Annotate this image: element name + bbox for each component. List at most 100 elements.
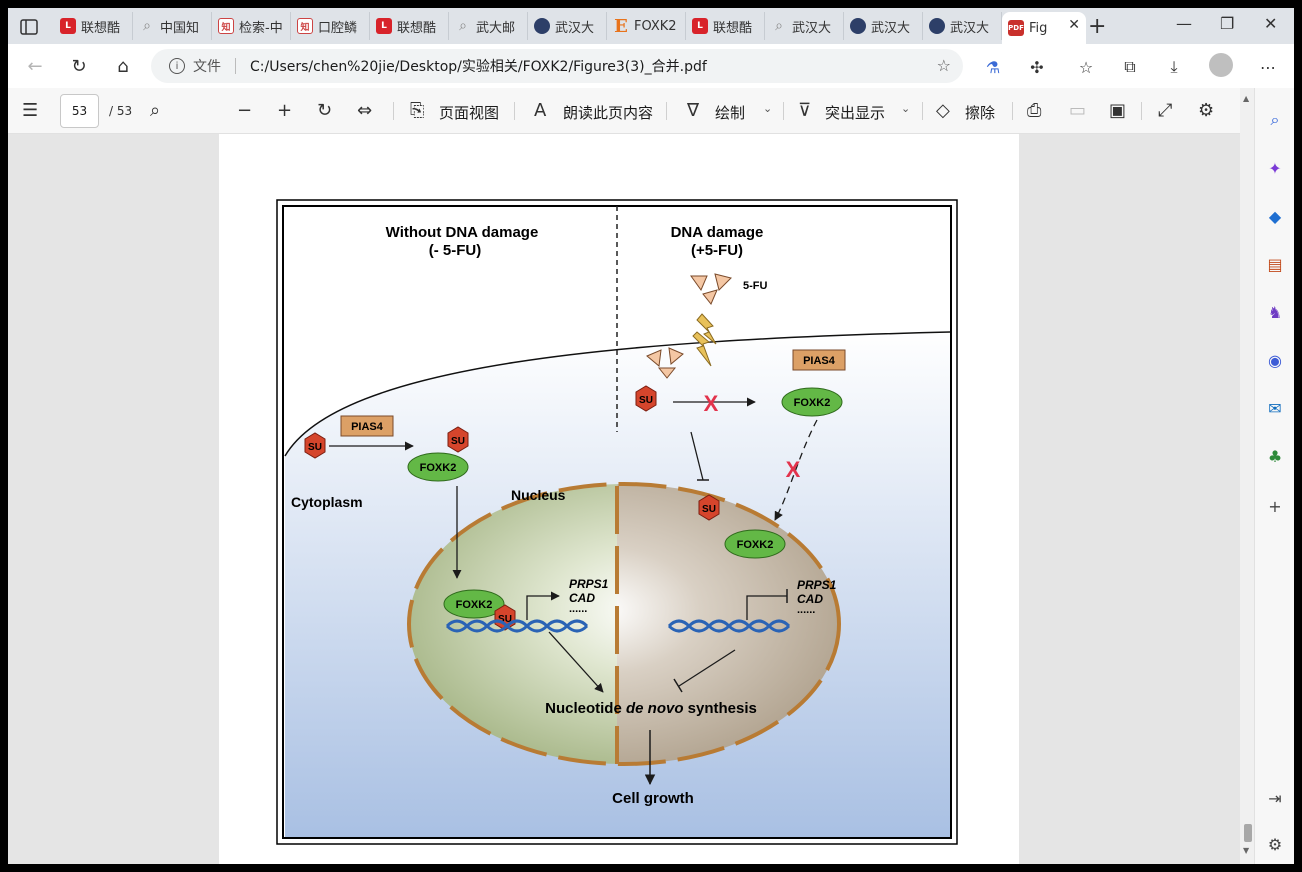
home-button[interactable]: ⌂: [111, 54, 135, 78]
tab-whu-2[interactable]: 武汉大: [844, 12, 923, 40]
eraser-icon[interactable]: ◇: [936, 100, 950, 121]
elsevier-icon: E: [614, 15, 628, 37]
left-title: Without DNA damage: [386, 224, 539, 241]
tab-pdf-active[interactable]: PDF Fig ✕: [1002, 12, 1086, 44]
save-as-icon[interactable]: ▣: [1109, 100, 1126, 121]
erase-button[interactable]: 擦除: [965, 102, 995, 123]
highlight-button[interactable]: 突出显示: [825, 102, 885, 123]
back-button[interactable]: ←: [23, 54, 47, 78]
tab-whu-mail[interactable]: ⌕ 武大邮: [449, 12, 528, 40]
tab-oral[interactable]: 知口腔鳞: [291, 12, 370, 40]
fit-width-icon[interactable]: ⇔: [357, 100, 372, 121]
highlight-icon[interactable]: ⊽: [798, 100, 811, 121]
fullscreen-icon[interactable]: ⤢: [1158, 100, 1172, 121]
scroll-thumb[interactable]: [1244, 824, 1252, 842]
draw-options-chevron-icon[interactable]: ⌄: [763, 102, 772, 115]
tools-icon[interactable]: ▤: [1265, 254, 1285, 274]
add-sidebar-app-icon[interactable]: +: [1265, 496, 1285, 516]
su-label: SU: [308, 442, 322, 453]
tab-foxk2[interactable]: E FOXK2: [607, 12, 686, 40]
restore-button[interactable]: ❐: [1220, 14, 1234, 33]
cnki-icon: 知: [218, 18, 234, 34]
highlight-options-chevron-icon[interactable]: ⌄: [901, 102, 910, 115]
tab-whu-search[interactable]: ⌕ 武汉大: [765, 12, 844, 40]
url-scheme: 文件: [193, 59, 221, 75]
whu-seal-icon: [534, 18, 550, 34]
games-icon[interactable]: ♞: [1265, 302, 1285, 322]
zoom-out-icon[interactable]: −: [237, 100, 252, 121]
toolbar-divider: [783, 102, 784, 120]
tab-lenovo-2[interactable]: L 联想酷: [370, 12, 449, 40]
search-icon: ⌕: [459, 18, 467, 34]
pias4-label: PIAS4: [351, 421, 384, 433]
extension-icon[interactable]: ⚗: [982, 56, 1004, 78]
sidebar-settings-gear-icon[interactable]: ⚙: [1265, 834, 1285, 854]
page-view-button[interactable]: 页面视图: [439, 102, 499, 123]
tab-whu-3[interactable]: 武汉大: [923, 12, 1002, 40]
copilot-icon[interactable]: ✦: [1265, 158, 1285, 178]
vertical-scrollbar[interactable]: [1240, 88, 1254, 864]
toolbar-divider: [1012, 102, 1013, 120]
gene-prps1-label: PRPS1: [569, 577, 609, 591]
save-icon: ▭: [1069, 100, 1087, 121]
address-bar[interactable]: i 文件 C:/Users/chen%20jie/Desktop/实验相关/FO…: [151, 49, 963, 83]
page-view-icon[interactable]: ⎘: [410, 100, 424, 121]
downloads-icon[interactable]: ⤓: [1163, 56, 1185, 78]
block-x-icon: X: [704, 391, 719, 416]
draw-icon[interactable]: ∇: [687, 100, 699, 121]
tab-cnki-retrieve[interactable]: 知检索-中: [212, 12, 291, 40]
profile-avatar[interactable]: [1209, 53, 1233, 77]
5fu-label: 5-FU: [743, 280, 768, 292]
tab-lenovo-3[interactable]: L 联想酷: [686, 12, 765, 40]
close-window-button[interactable]: ✕: [1264, 14, 1277, 33]
favorites-icon[interactable]: ☆: [1075, 56, 1097, 78]
extensions-puzzle-icon[interactable]: ✣: [1026, 56, 1048, 78]
pdf-viewer[interactable]: Without DNA damage (- 5-FU) DNA damage (…: [8, 134, 1240, 864]
read-aloud-icon[interactable]: A: [534, 100, 546, 121]
scroll-down-icon[interactable]: ▼: [1243, 846, 1249, 855]
more-menu-icon[interactable]: ⋯: [1257, 56, 1279, 78]
foxk2-label: FOXK2: [737, 539, 774, 551]
pdf-toolbar: ☰ 53 / 53 ⌕ − + ↻ ⇔ ⎘ 页面视图 A 朗读此页内容 ∇ 绘制…: [8, 88, 1240, 134]
tree-icon[interactable]: ♣: [1265, 446, 1285, 466]
right-subtitle: (+5-FU): [691, 242, 743, 259]
print-icon[interactable]: ⎙: [1027, 100, 1041, 121]
url-text[interactable]: C:/Users/chen%20jie/Desktop/实验相关/FOXK2/F…: [250, 56, 707, 76]
toolbar-divider: [1141, 102, 1142, 120]
new-tab-button[interactable]: +: [1088, 14, 1106, 39]
address-bar-row: ← ↻ ⌂ i 文件 C:/Users/chen%20jie/Desktop/实…: [8, 44, 1294, 88]
tab-cnki-search[interactable]: ⌕ 中国知: [133, 12, 212, 40]
pdf-page: Without DNA damage (- 5-FU) DNA damage (…: [219, 134, 1019, 864]
settings-gear-icon[interactable]: ⚙: [1198, 100, 1214, 121]
tab-lenovo-1[interactable]: L 联想酷: [54, 12, 133, 40]
edge-sidebar: ⌕ ✦ ◆ ▤ ♞ ◉ ✉ ♣ + ⇥ ⚙: [1254, 88, 1294, 864]
search-icon[interactable]: ⌕: [1265, 110, 1285, 130]
page-number-input[interactable]: 53: [60, 94, 99, 128]
find-icon[interactable]: ⌕: [150, 100, 160, 121]
whu-seal-icon: [929, 18, 945, 34]
outlook-icon[interactable]: ✉: [1265, 398, 1285, 418]
microsoft365-icon[interactable]: ◉: [1265, 350, 1285, 370]
shopping-tag-icon[interactable]: ◆: [1265, 206, 1285, 226]
read-aloud-button[interactable]: 朗读此页内容: [563, 102, 653, 123]
page-total: / 53: [109, 104, 133, 118]
figure-diagram: Without DNA damage (- 5-FU) DNA damage (…: [276, 199, 958, 845]
refresh-button[interactable]: ↻: [67, 54, 91, 78]
tab-strip: L 联想酷 ⌕ 中国知 知检索-中 知口腔鳞 L 联想酷 ⌕ 武大邮 武汉大 E FOXK…: [8, 8, 1294, 44]
gene-ellipsis: ......: [569, 603, 587, 615]
draw-button[interactable]: 绘制: [715, 102, 745, 123]
tab-actions-icon[interactable]: [18, 16, 40, 38]
table-of-contents-icon[interactable]: ☰: [22, 100, 38, 121]
collections-icon[interactable]: ⧉: [1119, 56, 1141, 78]
add-favorite-icon[interactable]: ☆: [937, 56, 951, 75]
rotate-icon[interactable]: ↻: [317, 100, 332, 121]
minimize-button[interactable]: —: [1176, 14, 1192, 33]
close-tab-icon[interactable]: ✕: [1068, 17, 1080, 33]
info-icon[interactable]: i: [169, 58, 185, 74]
hide-sidebar-icon[interactable]: ⇥: [1265, 788, 1285, 808]
zoom-in-icon[interactable]: +: [277, 100, 292, 121]
tab-whu-1[interactable]: 武汉大: [528, 12, 607, 40]
cnki-icon: 知: [297, 18, 313, 34]
scroll-up-icon[interactable]: ▲: [1243, 94, 1249, 103]
toolbar-divider: [922, 102, 923, 120]
